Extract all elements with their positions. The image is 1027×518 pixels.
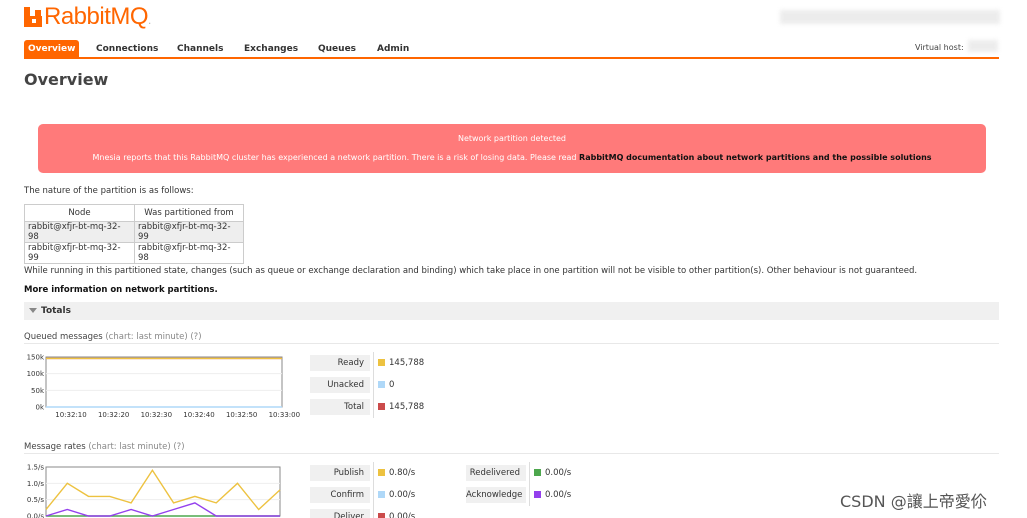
divider: [24, 453, 999, 454]
network-partition-alert: Network partition detected Mnesia report…: [38, 124, 986, 173]
table-row: rabbit@xfjr-bt-mq-32-99 rabbit@xfjr-bt-m…: [24, 242, 244, 264]
stat-value: 0.80/s: [389, 468, 416, 478]
rabbitmq-logo-icon: [24, 7, 42, 27]
y-tick-label: 1.0/s: [27, 480, 44, 488]
legend-swatch: [378, 403, 385, 410]
queued-messages-chart: 150k 100k 50k 0k 10:32:10 10:32:20 10:32:30 10:…: [24, 352, 304, 420]
partition-intro: The nature of the partition is as follow…: [24, 186, 194, 196]
y-tick-label: 0k: [35, 404, 44, 412]
tab-queues[interactable]: Queues: [314, 40, 360, 57]
queued-messages-title: Queued messages (chart: last minute) (?): [24, 332, 202, 342]
queued-messages-subtitle[interactable]: (chart: last minute) (?): [105, 332, 201, 342]
table-cell-node: rabbit@xfjr-bt-mq-32-98: [24, 221, 135, 243]
y-tick-label: 1.5/s: [27, 464, 44, 472]
divider: [24, 343, 999, 344]
message-rates-chart-svg: 1.5/s 1.0/s 0.5/s 0.0/s: [27, 464, 281, 518]
x-tick-label: 10:32:30: [141, 411, 172, 419]
tab-channels[interactable]: Channels: [173, 40, 227, 57]
column-header-node: Node: [24, 204, 135, 222]
alert-message-line: Mnesia reports that this RabbitMQ cluste…: [38, 153, 986, 162]
message-rates-title: Message rates (chart: last minute) (?): [24, 442, 185, 452]
x-tick-label: 10:32:20: [98, 411, 129, 419]
stat-label: Acknowledge: [466, 487, 526, 503]
page-title: Overview: [24, 70, 109, 89]
table-row: rabbit@xfjr-bt-mq-32-98 rabbit@xfjr-bt-m…: [24, 221, 244, 243]
partition-table: Node Was partitioned from rabbit@xfjr-bt…: [24, 204, 244, 264]
legend-swatch: [378, 513, 385, 518]
x-tick-label: 10:32:10: [55, 411, 86, 419]
table-cell-node: rabbit@xfjr-bt-mq-32-99: [24, 242, 135, 264]
csdn-watermark: CSDN @讓上帝愛伱: [840, 492, 987, 511]
stat-label: Unacked: [310, 377, 370, 393]
message-rates-subtitle[interactable]: (chart: last minute) (?): [88, 442, 184, 452]
legend-swatch: [378, 381, 385, 388]
rabbitmq-logo[interactable]: RabbitMQ.: [24, 3, 151, 31]
totals-section-toggle[interactable]: Totals: [24, 302, 999, 320]
stat-label: Total: [310, 399, 370, 415]
triangle-down-icon: [29, 308, 37, 313]
stat-value: 145,788: [389, 402, 425, 412]
alert-title: Network partition detected: [457, 134, 567, 143]
partition-warning: While running in this partitioned state,…: [24, 266, 918, 276]
x-tick-label: 10:33:00: [269, 411, 300, 419]
tab-exchanges[interactable]: Exchanges: [240, 40, 302, 57]
tab-admin[interactable]: Admin: [373, 40, 413, 57]
x-tick-label: 10:32:50: [226, 411, 257, 419]
y-tick-label: 150k: [27, 354, 45, 362]
stat-value: 0.00/s: [389, 490, 416, 500]
stat-value: 0.00/s: [545, 468, 572, 478]
totals-label: Totals: [41, 306, 71, 316]
redacted-user-info: [780, 10, 1000, 24]
partition-docs-link[interactable]: RabbitMQ documentation about network par…: [579, 153, 931, 162]
table-header-row: Node Was partitioned from: [24, 204, 244, 222]
column-header-partitioned-from: Was partitioned from: [134, 204, 244, 222]
stat-label: Confirm: [310, 487, 370, 503]
stat-label: Publish: [310, 465, 370, 481]
stat-label: Deliver: [310, 509, 370, 518]
alert-message: Mnesia reports that this RabbitMQ cluste…: [92, 153, 577, 162]
main-navigation: Overview Connections Channels Exchanges …: [24, 40, 999, 59]
y-tick-label: 50k: [31, 387, 45, 395]
tab-overview[interactable]: Overview: [24, 40, 80, 57]
stat-value: 145,788: [389, 358, 425, 368]
table-cell-partitioned-from: rabbit@xfjr-bt-mq-32-99: [134, 221, 244, 243]
legend-swatch: [378, 491, 385, 498]
message-rates-chart: 1.5/s 1.0/s 0.5/s 0.0/s: [24, 461, 284, 518]
legend-swatch: [378, 359, 385, 366]
vhost-label: Virtual host:: [915, 43, 964, 52]
x-tick-label: 10:32:40: [183, 411, 214, 419]
plot-area: [45, 356, 283, 408]
queued-messages-chart-svg: 150k 100k 50k 0k 10:32:10 10:32:20 10:32:30 10:…: [27, 354, 300, 420]
legend-swatch: [534, 491, 541, 498]
legend-swatch: [378, 469, 385, 476]
table-cell-partitioned-from: rabbit@xfjr-bt-mq-32-98: [134, 242, 244, 264]
stat-label: Ready: [310, 355, 370, 371]
y-tick-label: 100k: [27, 370, 45, 378]
more-info-link[interactable]: More information on network partitions.: [24, 285, 218, 295]
y-tick-label: 0.5/s: [27, 496, 44, 504]
legend-swatch: [534, 469, 541, 476]
logo-text: RabbitMQ.: [44, 3, 151, 30]
stat-value: 0.00/s: [545, 490, 572, 500]
stat-label: Redelivered: [466, 465, 526, 481]
tab-connections[interactable]: Connections: [92, 40, 162, 57]
stat-value: 0: [389, 380, 395, 390]
y-tick-label: 0.0/s: [27, 513, 44, 518]
stat-value: 0.00/s: [389, 512, 416, 518]
